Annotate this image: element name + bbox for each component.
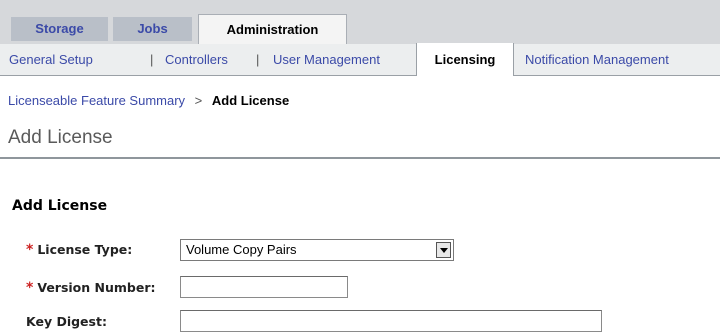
subtab-licensing[interactable]: Licensing <box>416 43 514 76</box>
key-digest-label: Key Digest: <box>26 314 107 329</box>
license-type-label: * License Type: <box>26 242 132 258</box>
subtab-controllers[interactable]: Controllers <box>165 44 228 75</box>
breadcrumb: Licenseable Feature Summary > Add Licens… <box>8 93 289 108</box>
subtab-user-management[interactable]: User Management <box>273 44 380 75</box>
license-type-label-text: License Type: <box>37 242 133 257</box>
title-divider <box>0 157 720 159</box>
subtab-separator: | <box>150 52 154 67</box>
required-marker: * <box>26 280 34 296</box>
version-number-label-text: Version Number: <box>37 280 156 295</box>
chevron-down-icon[interactable] <box>436 242 451 258</box>
section-title: Add License <box>12 198 108 214</box>
required-marker: * <box>26 242 34 258</box>
license-type-selected-value: Volume Copy Pairs <box>186 242 297 257</box>
top-tab-bar: Storage Jobs Administration <box>0 0 720 44</box>
breadcrumb-current: Add License <box>211 93 290 108</box>
breadcrumb-link-licenseable-feature-summary[interactable]: Licenseable Feature Summary <box>8 93 185 108</box>
breadcrumb-separator: > <box>194 93 203 108</box>
version-number-label: * Version Number: <box>26 280 156 296</box>
key-digest-input[interactable] <box>180 310 602 332</box>
tab-administration[interactable]: Administration <box>198 14 347 44</box>
subtab-separator: | <box>256 52 260 67</box>
tab-storage[interactable]: Storage <box>11 17 108 41</box>
key-digest-label-text: Key Digest: <box>26 314 107 329</box>
license-type-select[interactable]: Volume Copy Pairs <box>180 239 454 261</box>
subtab-notification-management[interactable]: Notification Management <box>525 44 669 75</box>
tab-jobs[interactable]: Jobs <box>113 17 192 41</box>
page-title: Add License <box>8 127 113 148</box>
sub-tab-bar: General Setup | Controllers | User Manag… <box>0 43 720 76</box>
subtab-general-setup[interactable]: General Setup <box>9 44 93 75</box>
version-number-input[interactable] <box>180 276 348 298</box>
